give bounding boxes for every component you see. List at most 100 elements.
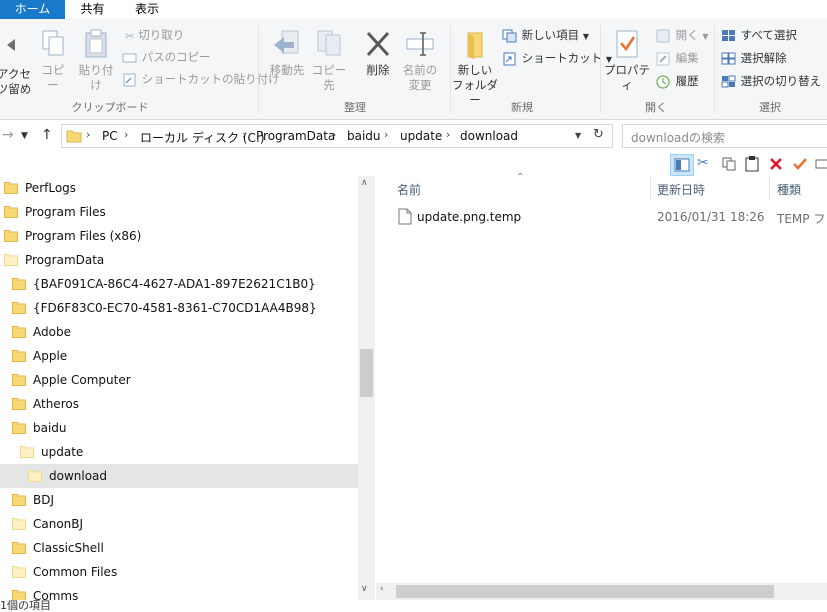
tree-item[interactable]: ClassicShell bbox=[0, 536, 358, 560]
column-header-modified[interactable]: 更新日時 bbox=[657, 181, 705, 198]
new-item-button[interactable]: 新しい項目 ▼ bbox=[502, 26, 589, 44]
easy-access-shortcut-button[interactable]: ショートカット ▼ bbox=[502, 49, 612, 67]
rename-icon bbox=[406, 32, 434, 56]
rename-button[interactable]: 名前の 変更 bbox=[398, 29, 442, 93]
tree-item[interactable]: Program Files bbox=[0, 200, 358, 224]
folder-icon bbox=[12, 566, 26, 578]
tree-item[interactable]: Common Files bbox=[0, 560, 358, 584]
delete-label: 削除 bbox=[366, 63, 390, 77]
delete-red-x-icon[interactable] bbox=[769, 157, 783, 171]
tree-item[interactable]: Adobe bbox=[0, 320, 358, 344]
tree-item[interactable]: download bbox=[0, 464, 358, 488]
paste-shortcut-button[interactable]: ショートカットの貼り付け bbox=[122, 70, 280, 88]
delete-button[interactable]: 削除 bbox=[360, 29, 396, 78]
breadcrumb-download[interactable]: download bbox=[460, 129, 518, 143]
address-bar[interactable]: › PC › ローカル ディスク (C:) › ProgramData › ba… bbox=[61, 124, 613, 148]
copy-button[interactable]: コピー bbox=[36, 29, 70, 93]
breadcrumb-baidu[interactable]: baidu bbox=[347, 129, 381, 143]
breadcrumb-chevron-icon[interactable]: › bbox=[446, 128, 450, 141]
tree-item[interactable]: {BAF091CA-86C4-4627-ADA1-897E2621C1B0} bbox=[0, 272, 358, 296]
folder-icon bbox=[12, 374, 26, 386]
pin-icon bbox=[7, 39, 15, 51]
tree-item[interactable]: CanonBJ bbox=[0, 512, 358, 536]
cut-button[interactable]: ✂ 切り取り bbox=[125, 26, 184, 44]
new-item-label: 新しい項目 bbox=[521, 28, 580, 42]
open-button[interactable]: 開く ▼ bbox=[656, 26, 708, 44]
column-divider[interactable] bbox=[650, 176, 651, 200]
properties-button[interactable]: プロパティ bbox=[602, 29, 652, 93]
file-row[interactable]: update.png.temp 2016/01/31 18:26 TEMP ファ bbox=[394, 206, 827, 228]
pin-quick-access-button[interactable]: アクセ ツ留め bbox=[0, 33, 34, 97]
ribbon-divider bbox=[258, 25, 259, 113]
breadcrumb-chevron-icon[interactable]: › bbox=[124, 128, 128, 141]
rename-small-icon[interactable] bbox=[815, 157, 827, 171]
move-to-button[interactable]: 移動先 bbox=[264, 29, 310, 78]
breadcrumb-update[interactable]: update bbox=[400, 129, 442, 143]
clipboard-group-label: クリップボード bbox=[71, 101, 149, 114]
tree-item-label: Atheros bbox=[33, 397, 79, 411]
scroll-down-arrow-icon[interactable]: ∨ bbox=[361, 584, 368, 594]
up-arrow-icon[interactable]: ↑ bbox=[41, 127, 53, 143]
breadcrumb-pc[interactable]: PC bbox=[102, 129, 118, 143]
copy-small-icon[interactable] bbox=[722, 157, 736, 171]
recent-locations-chevron-icon[interactable]: ▼ bbox=[21, 131, 28, 141]
horizontal-scroll-thumb[interactable] bbox=[396, 585, 774, 598]
tree-item[interactable]: {FD6F83C0-EC70-4581-8361-C70CD1AA4B98} bbox=[0, 296, 358, 320]
delete-x-icon bbox=[366, 31, 390, 57]
cut-scissors-icon[interactable]: ✂ bbox=[697, 155, 709, 171]
select-none-button[interactable]: 選択解除 bbox=[721, 49, 787, 67]
tab-share[interactable]: 共有 bbox=[70, 0, 115, 19]
tree-item[interactable]: baidu bbox=[0, 416, 358, 440]
tab-home[interactable]: ホーム bbox=[0, 0, 65, 19]
tree-item-label: PerfLogs bbox=[25, 181, 77, 195]
scroll-left-arrow-icon[interactable]: ‹ bbox=[380, 584, 384, 594]
tree-item[interactable]: update bbox=[0, 440, 358, 464]
address-history-chevron-icon[interactable]: ▼ bbox=[575, 131, 581, 140]
breadcrumb-chevron-icon[interactable]: › bbox=[332, 128, 336, 141]
tree-item[interactable]: BDJ bbox=[0, 488, 358, 512]
properties-check-icon bbox=[616, 30, 638, 58]
scroll-up-arrow-icon[interactable]: ∧ bbox=[361, 178, 368, 188]
navigation-pane[interactable]: PerfLogs Program Files Program Files (x86)… bbox=[0, 176, 358, 600]
copy-to-button[interactable]: コピー先 bbox=[308, 29, 350, 93]
breadcrumb-programdata[interactable]: ProgramData bbox=[256, 129, 335, 143]
history-label: 履歴 bbox=[675, 74, 699, 88]
column-divider[interactable] bbox=[769, 176, 770, 200]
forward-arrow-icon[interactable]: → bbox=[2, 127, 14, 143]
breadcrumb-chevron-icon[interactable]: › bbox=[242, 128, 246, 141]
copy-path-button[interactable]: パスのコピー bbox=[122, 48, 211, 66]
folder-icon bbox=[12, 518, 26, 530]
navigation-scroll-thumb[interactable] bbox=[360, 349, 373, 397]
select-all-button[interactable]: すべて選択 bbox=[721, 26, 797, 44]
new-folder-button[interactable]: 新しい フォルダー bbox=[452, 29, 498, 108]
check-icon[interactable] bbox=[792, 157, 808, 171]
tab-view[interactable]: 表示 bbox=[122, 0, 172, 19]
tree-item[interactable]: Apple bbox=[0, 344, 358, 368]
invert-selection-button[interactable]: 選択の切り替え bbox=[721, 72, 821, 90]
folder-icon bbox=[12, 302, 26, 314]
search-box[interactable]: downloadの検索 bbox=[622, 124, 827, 148]
breadcrumb-chevron-icon[interactable]: › bbox=[86, 128, 90, 141]
paste-small-icon[interactable] bbox=[745, 156, 759, 172]
tree-item[interactable]: PerfLogs bbox=[0, 176, 358, 200]
file-list[interactable]: ⌃ 名前 更新日時 種類 update.png.temp 2016/01/31 … bbox=[376, 172, 827, 600]
preview-pane-button[interactable] bbox=[670, 154, 694, 176]
column-header-name[interactable]: 名前 bbox=[397, 181, 421, 198]
cut-label: 切り取り bbox=[138, 28, 185, 42]
refresh-icon[interactable]: ↻ bbox=[593, 127, 604, 142]
tree-item[interactable]: Program Files (x86) bbox=[0, 224, 358, 248]
tree-item[interactable]: ProgramData bbox=[0, 248, 358, 272]
tree-item[interactable]: Atheros bbox=[0, 392, 358, 416]
ribbon-divider bbox=[600, 25, 601, 113]
history-button[interactable]: 履歴 bbox=[656, 72, 699, 90]
breadcrumb-chevron-icon[interactable]: › bbox=[384, 128, 388, 141]
tree-item[interactable]: Comms bbox=[0, 584, 358, 600]
open-icon bbox=[656, 29, 670, 42]
paste-button[interactable]: 貼り付け bbox=[74, 29, 118, 93]
open-group-label: 開く bbox=[645, 101, 667, 114]
edit-button[interactable]: 編集 bbox=[656, 49, 699, 67]
tree-item[interactable]: Apple Computer bbox=[0, 368, 358, 392]
copy-icon bbox=[42, 30, 64, 56]
folder-icon bbox=[12, 398, 26, 410]
column-header-type[interactable]: 種類 bbox=[777, 181, 801, 198]
